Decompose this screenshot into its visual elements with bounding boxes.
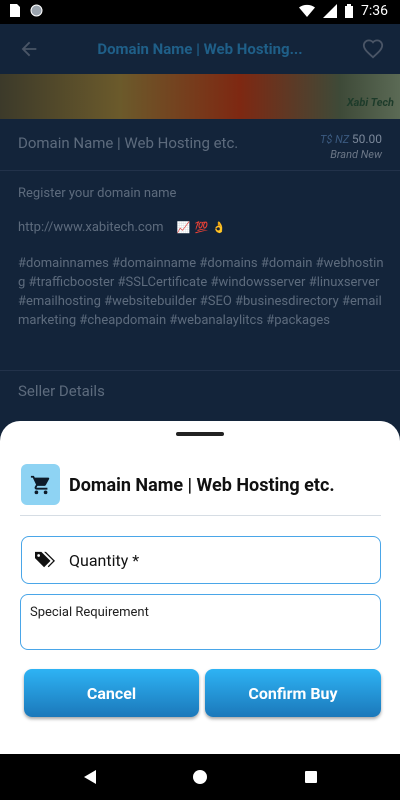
cancel-button[interactable]: Cancel bbox=[24, 669, 199, 717]
status-bar: 7:36 bbox=[0, 0, 400, 24]
listing-condition: Brand New bbox=[330, 148, 382, 161]
website-line: http://www.xabitech.com 📈 💯 👌 bbox=[18, 220, 226, 235]
special-requirement-field[interactable]: Special Requirement bbox=[20, 594, 381, 650]
description-line: Register your domain name bbox=[18, 186, 177, 201]
cart-icon-box bbox=[21, 464, 60, 505]
ok-hand-emoji-icon: 👌 bbox=[212, 221, 226, 235]
buy-bottom-sheet: Domain Name | Web Hosting etc. Quantity … bbox=[0, 421, 400, 754]
quantity-field[interactable]: Quantity * bbox=[21, 536, 381, 584]
sim-card-icon bbox=[10, 4, 20, 17]
website-link[interactable]: http://www.xabitech.com bbox=[18, 220, 164, 235]
notification-circle-icon bbox=[30, 4, 43, 17]
battery-icon bbox=[345, 4, 353, 18]
price-amount: 50.00 bbox=[351, 132, 382, 146]
hundred-emoji-icon: 💯 bbox=[194, 221, 209, 235]
back-arrow-icon[interactable] bbox=[18, 38, 40, 60]
sheet-drag-handle[interactable] bbox=[176, 432, 224, 436]
clock-time: 7:36 bbox=[361, 3, 388, 19]
nav-recents-icon[interactable] bbox=[305, 771, 317, 783]
wifi-icon bbox=[299, 4, 315, 17]
chart-emoji-icon: 📈 bbox=[176, 221, 191, 235]
banner-logo: Xabi Tech bbox=[346, 96, 394, 109]
special-requirement-label: Special Requirement bbox=[30, 605, 149, 620]
seller-details-heading[interactable]: Seller Details bbox=[18, 382, 105, 400]
nav-back-icon[interactable] bbox=[84, 770, 96, 784]
confirm-buy-button[interactable]: Confirm Buy bbox=[205, 669, 381, 717]
app-bar: Domain Name | Web Hosting... bbox=[0, 24, 400, 74]
price-currency: T$ NZ bbox=[320, 133, 350, 146]
sheet-title: Domain Name | Web Hosting etc. bbox=[69, 475, 335, 496]
system-nav-bar bbox=[0, 754, 400, 800]
nav-home-icon[interactable] bbox=[193, 770, 207, 784]
hashtags-text: #domainnames #domainname #domains #domai… bbox=[18, 256, 384, 328]
cell-signal-icon bbox=[323, 4, 337, 18]
shopping-cart-icon bbox=[30, 475, 49, 494]
divider bbox=[0, 170, 400, 171]
tag-icon bbox=[35, 551, 55, 568]
divider bbox=[20, 515, 381, 516]
app-bar-title: Domain Name | Web Hosting... bbox=[97, 40, 303, 58]
listing-title: Domain Name | Web Hosting etc. bbox=[18, 134, 239, 152]
listing-banner-image: Xabi Tech bbox=[0, 74, 400, 119]
listing-price: T$ NZ 50.00 bbox=[320, 132, 382, 146]
emoji-row: 📈 💯 👌 bbox=[177, 221, 226, 234]
quantity-label: Quantity * bbox=[69, 551, 140, 570]
divider bbox=[0, 370, 400, 371]
favorite-heart-icon[interactable] bbox=[362, 38, 384, 60]
